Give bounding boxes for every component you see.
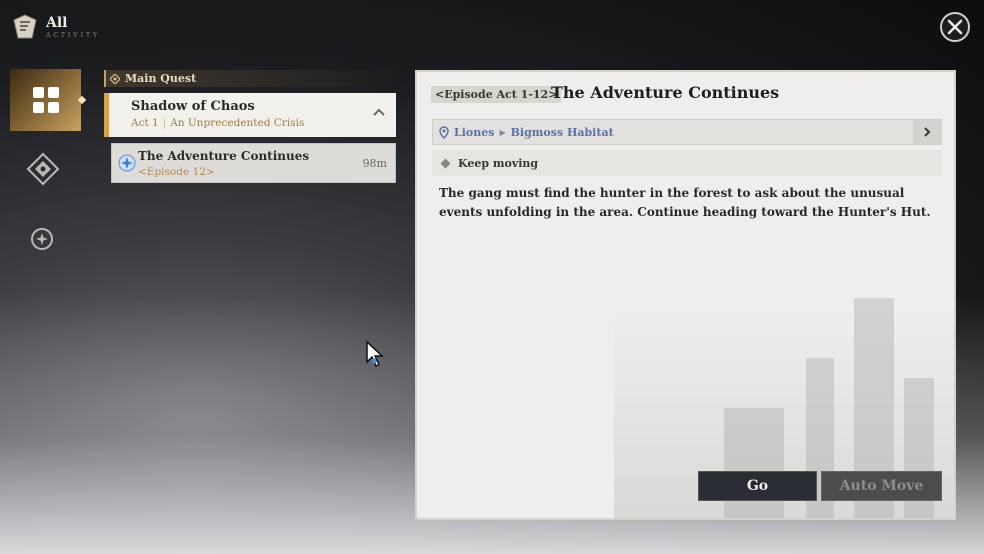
chapter-act: Act 1 — [131, 117, 159, 129]
tracked-quest-icon — [118, 154, 136, 172]
auto-move-button[interactable]: Auto Move — [821, 471, 942, 501]
grid-icon — [32, 87, 59, 113]
episode-distance: 98m — [362, 157, 387, 170]
chapter-act-name: An Unprecedented Crisis — [170, 117, 305, 129]
location-area: Bigmoss Habitat — [510, 125, 614, 139]
episode-tag: <Episode 12> — [138, 166, 215, 178]
quest-description: The gang must find the hunter in the for… — [439, 186, 931, 219]
detail-title: The Adventure Continues — [551, 83, 780, 102]
chapter-subtitle: Act 1 | An Unprecedented Crisis — [131, 117, 396, 129]
separator: | — [162, 117, 167, 129]
main-quest-category-header: Main Quest — [104, 70, 396, 87]
objective-text: Keep moving — [458, 156, 539, 170]
chapter-item[interactable]: Shadow of Chaos Act 1 | An Unprecedented C… — [104, 93, 396, 137]
quest-book-icon — [13, 14, 37, 39]
category-label: Main Quest — [125, 72, 197, 85]
chevron-up-icon[interactable] — [372, 107, 386, 117]
quest-marker-icon — [110, 73, 120, 84]
header-subtitle: ACTIVITY — [46, 31, 100, 39]
close-button[interactable] — [940, 12, 970, 42]
tab-world-quests[interactable] — [26, 152, 60, 186]
location-navigate-button[interactable] — [913, 120, 941, 144]
chevron-right-icon — [924, 127, 931, 137]
tab-all-quests[interactable] — [10, 69, 81, 131]
episode-title: The Adventure Continues — [138, 149, 310, 163]
objective-diamond-icon — [440, 158, 451, 168]
location-region: Liones — [454, 125, 495, 139]
chapter-title: Shadow of Chaos — [131, 99, 255, 114]
location-pin-icon — [439, 125, 449, 139]
breadcrumb-arrow-icon: ▶ — [499, 127, 506, 137]
header: All ACTIVITY — [10, 12, 100, 42]
objective-bar: Keep moving — [432, 150, 942, 176]
quest-detail-panel: <Episode Act 1-12> The Adventure Continu… — [415, 70, 956, 520]
mouse-cursor-icon — [366, 340, 384, 368]
detail-episode-tag: <Episode Act 1-12> — [431, 86, 562, 103]
diamond-compass-icon — [26, 152, 60, 186]
location-bar[interactable]: Liones ▶ Bigmoss Habitat — [432, 119, 942, 145]
close-icon — [947, 19, 963, 35]
circle-star-icon — [31, 228, 53, 250]
go-button[interactable]: Go — [698, 471, 817, 501]
episode-list-item[interactable]: The Adventure Continues <Episode 12> 98m — [111, 143, 396, 183]
tab-side-quests[interactable] — [30, 227, 54, 251]
header-title: All — [46, 14, 68, 31]
